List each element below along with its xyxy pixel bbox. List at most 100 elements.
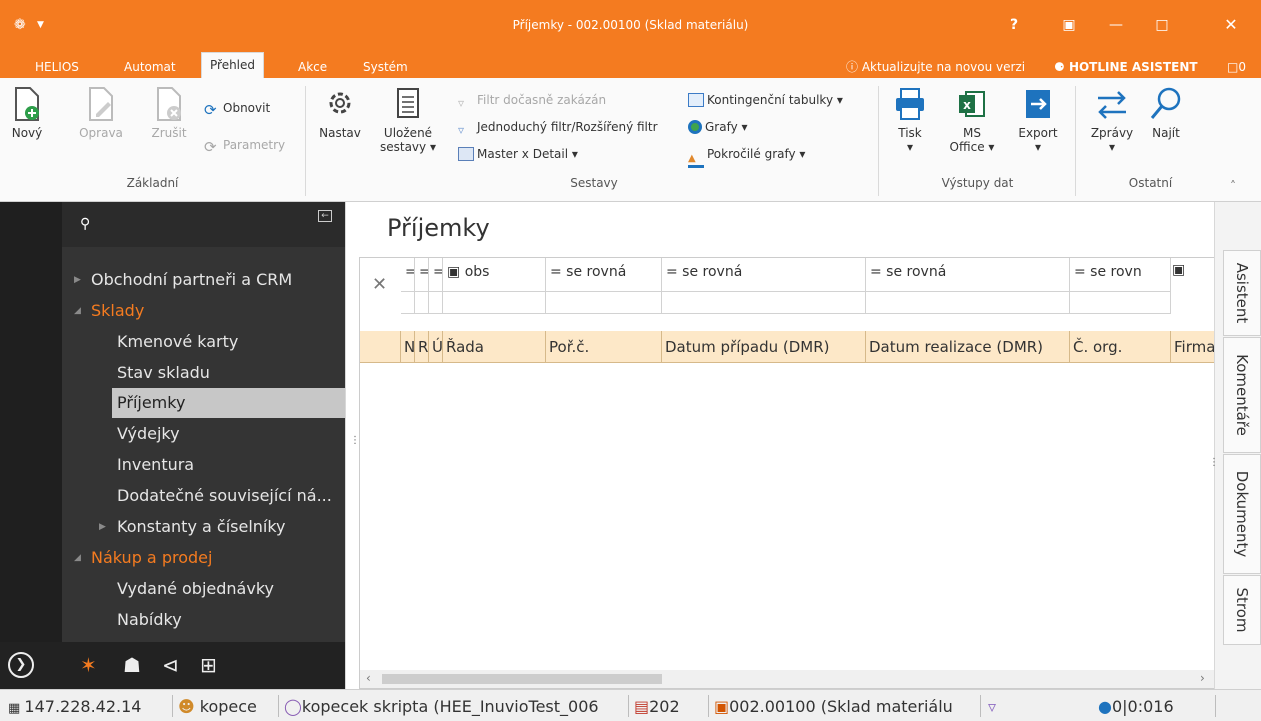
messages-button[interactable]: Zprávy ▾: [1086, 86, 1138, 154]
nav-item-dodatecne[interactable]: Dodatečné související ná...: [62, 481, 345, 511]
status-period[interactable]: ▤202: [634, 697, 704, 717]
filter-value-u[interactable]: [429, 292, 443, 314]
col-header-c-org[interactable]: Č. org.: [1070, 331, 1171, 363]
grid-icon[interactable]: ⊞: [200, 652, 217, 678]
charts-button[interactable]: Grafy ▾: [688, 117, 748, 137]
simple-filter-button[interactable]: ▿ Jednoduchý filtr/Rozšířený filtr: [458, 117, 658, 137]
filter-status-icon[interactable]: ▿: [988, 697, 1010, 717]
col-header-datum-pripadu[interactable]: Datum případu (DMR): [662, 331, 866, 363]
advanced-charts-button[interactable]: ▲ Pokročilé grafy ▾: [688, 144, 805, 168]
refresh-button[interactable]: ⟳ Obnovit: [204, 98, 270, 119]
parameters-button[interactable]: ⟳ Parametry: [204, 135, 285, 156]
filter-value-c-org[interactable]: [1070, 292, 1171, 314]
main-content: Příjemky ✕ = = = ▣ obs = se rovná = se r…: [359, 202, 1215, 689]
tab-dokumenty[interactable]: Dokumenty: [1223, 454, 1261, 574]
nav-item-inventura[interactable]: Inventura: [62, 450, 345, 480]
share-icon[interactable]: ⊲: [162, 652, 179, 678]
tab-helios[interactable]: HELIOS: [27, 56, 87, 78]
status-user[interactable]: ☻ kopece: [178, 697, 274, 717]
cancel-button[interactable]: Zrušit: [148, 86, 190, 140]
saved-reports-button[interactable]: Uložené sestavy ▾: [378, 86, 438, 154]
scrollbar-thumb[interactable]: [382, 674, 662, 684]
horizontal-scrollbar[interactable]: ‹ ›: [360, 670, 1215, 688]
col-header-porc[interactable]: Poř.č.: [546, 331, 662, 363]
tab-asistent[interactable]: Asistent: [1223, 250, 1261, 336]
filter-r[interactable]: =: [415, 258, 429, 292]
filter-value-n[interactable]: [401, 292, 415, 314]
restore-ribbon-icon[interactable]: ▣: [1059, 17, 1079, 33]
filter-datum-pripadu[interactable]: = se rovná: [662, 258, 866, 292]
nav-item-vydane-objednavky[interactable]: Vydané objednávky: [62, 574, 345, 604]
checkbox-icon[interactable]: ▣: [1172, 262, 1185, 278]
nav-item-sklady[interactable]: ◢ Sklady: [62, 296, 345, 326]
export-button[interactable]: Export ▾: [1012, 86, 1064, 154]
col-header-datum-realizace[interactable]: Datum realizace (DMR): [866, 331, 1070, 363]
col-header-firma[interactable]: Firma: [1171, 331, 1215, 363]
scroll-right-icon[interactable]: ›: [1200, 671, 1205, 685]
hotline-button[interactable]: ⚈ HOTLINE ASISTENT: [1046, 56, 1206, 78]
nav-item-kmenove-karty[interactable]: Kmenové karty: [62, 327, 345, 357]
info-icon: ●: [1098, 697, 1112, 716]
nav-item-stav-skladu[interactable]: Stav skladu: [62, 358, 345, 388]
tab-strom[interactable]: Strom: [1223, 575, 1261, 645]
expand-icon[interactable]: ❯: [8, 652, 34, 678]
status-info[interactable]: ●0|0:016: [1098, 697, 1184, 717]
col-header-u[interactable]: Ú: [429, 331, 443, 363]
clear-filter-icon[interactable]: ✕: [372, 274, 387, 295]
master-detail-button[interactable]: Master x Detail ▾: [458, 144, 578, 164]
filter-value-datum-pripadu[interactable]: [662, 292, 866, 314]
minimize-button[interactable]: —: [1106, 17, 1126, 33]
nav-item-nabidky[interactable]: Nabídky: [62, 605, 345, 635]
helios-logo-icon[interactable]: ✶: [80, 652, 97, 678]
tab-akce[interactable]: Akce: [290, 56, 335, 78]
chevron-down-icon: ▾: [988, 140, 995, 154]
comments-count-button[interactable]: □0: [1219, 56, 1254, 78]
filter-value-porc[interactable]: [546, 292, 662, 314]
close-button[interactable]: ✕: [1221, 17, 1241, 33]
nav-item-vydejky[interactable]: Výdejky: [62, 419, 345, 449]
maximize-button[interactable]: □: [1152, 17, 1172, 33]
collapse-panel-icon[interactable]: ←: [318, 210, 332, 222]
filter-value-datum-realizace[interactable]: [866, 292, 1070, 314]
print-button[interactable]: Tisk ▾: [886, 86, 934, 154]
new-button[interactable]: Nový: [6, 86, 48, 140]
panel-splitter[interactable]: ⋮: [345, 202, 360, 689]
filter-n[interactable]: =: [401, 258, 415, 292]
filter-porc[interactable]: = se rovná: [546, 258, 662, 292]
nav-search-bar[interactable]: ⚲ ←: [62, 202, 345, 247]
nav-item-konstanty[interactable]: ▶ Konstanty a číselníky: [62, 512, 345, 542]
ms-office-button[interactable]: x MS Office ▾: [944, 86, 1000, 154]
status-server[interactable]: ▦ 147.228.42.14: [8, 697, 166, 717]
edit-button[interactable]: Oprava: [76, 86, 126, 140]
filter-datum-realizace[interactable]: = se rovná: [866, 258, 1070, 292]
scroll-left-icon[interactable]: ‹: [366, 671, 371, 685]
pivot-tables-button[interactable]: Kontingenční tabulky ▾: [688, 90, 843, 110]
col-header-n[interactable]: N: [401, 331, 415, 363]
status-database[interactable]: ◯kopecek skripta (HEE_InuvioTest_006: [284, 697, 624, 717]
splitter-grip[interactable]: ⋮: [1209, 458, 1219, 468]
nav-item-obchodni-partneri[interactable]: ▶ Obchodní partneři a CRM: [62, 265, 345, 295]
filter-c-org[interactable]: = se rovn: [1070, 258, 1171, 292]
help-button[interactable]: ?: [1004, 17, 1024, 33]
tab-prehled[interactable]: Přehled: [201, 52, 265, 78]
checkbox-icon: ▣: [447, 264, 465, 280]
tab-komentare[interactable]: Komentáře: [1223, 337, 1261, 453]
filter-u[interactable]: =: [429, 258, 443, 292]
col-header-r[interactable]: R: [415, 331, 429, 363]
settings-button[interactable]: Nastav: [315, 86, 365, 140]
collapse-ribbon-icon[interactable]: ˄: [1230, 176, 1236, 196]
tree-icon[interactable]: ☗: [123, 652, 141, 678]
search-icon[interactable]: ⚲: [80, 216, 90, 232]
tab-system[interactable]: Systém: [355, 56, 416, 78]
update-link[interactable]: ⓘ Aktualizujte na novou verzi: [838, 56, 1033, 78]
nav-item-nakup-a-prodej[interactable]: ◢ Nákup a prodej: [62, 543, 345, 573]
tab-automat[interactable]: Automat: [116, 56, 184, 78]
status-organization[interactable]: ▣002.00100 (Sklad materiálu: [714, 697, 978, 717]
col-header-rada[interactable]: Řada: [443, 331, 546, 363]
find-button[interactable]: Najít: [1144, 86, 1188, 140]
filter-value-rada[interactable]: [443, 292, 546, 314]
filter-disabled-button[interactable]: ▿ Filtr dočasně zakázán: [458, 90, 606, 110]
nav-item-prijemky[interactable]: Příjemky: [112, 388, 345, 418]
filter-rada[interactable]: ▣ obs: [443, 258, 546, 292]
filter-value-r[interactable]: [415, 292, 429, 314]
